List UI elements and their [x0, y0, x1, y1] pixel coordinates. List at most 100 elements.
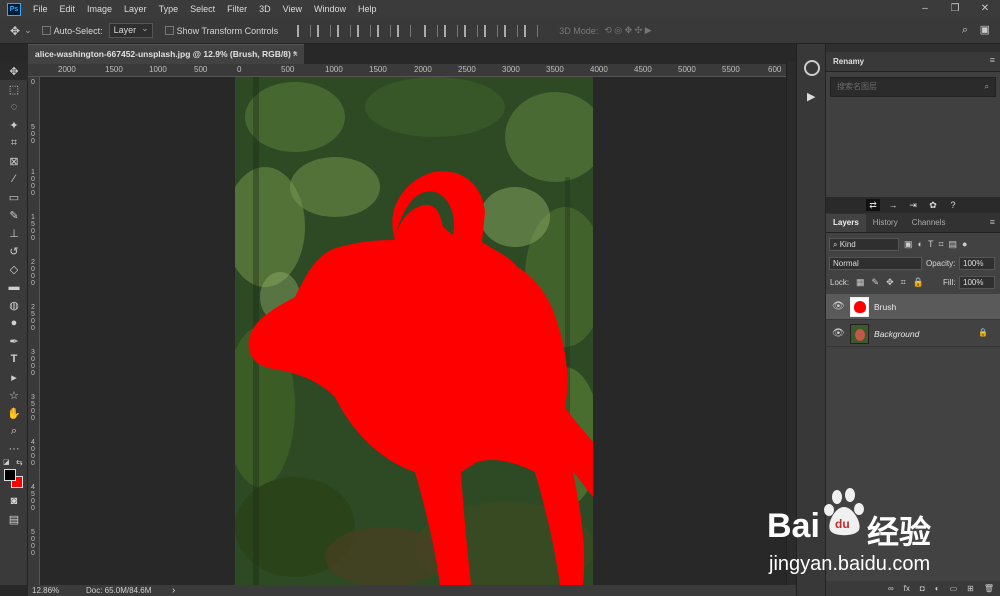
- filter-adjustment-icon[interactable]: ◐: [918, 239, 928, 249]
- opacity-input[interactable]: 100%: [959, 257, 995, 270]
- default-colors-icon[interactable]: ◪: [3, 458, 10, 466]
- visibility-eye-icon[interactable]: 👁: [832, 328, 845, 340]
- status-menu-arrow-icon[interactable]: ›: [172, 585, 175, 596]
- layer-row-brush[interactable]: 👁 Brush: [826, 294, 1000, 320]
- search-icon[interactable]: ⌕: [962, 24, 968, 37]
- distribute-hcenter-icon[interactable]: [504, 24, 519, 37]
- crop-tool-icon[interactable]: ⌗: [0, 134, 28, 152]
- distribute-top-icon[interactable]: [424, 24, 439, 37]
- menu-select[interactable]: Select: [184, 0, 221, 18]
- arrow-right-icon[interactable]: →: [886, 199, 900, 211]
- menu-file[interactable]: File: [27, 0, 54, 18]
- type-tool-icon[interactable]: T: [0, 350, 28, 368]
- canvas-area[interactable]: [40, 77, 786, 585]
- healing-tool-icon[interactable]: ▭: [0, 188, 28, 206]
- tab-history[interactable]: History: [866, 214, 905, 232]
- search-icon[interactable]: ⌕: [985, 78, 989, 96]
- menu-filter[interactable]: Filter: [221, 0, 253, 18]
- menu-view[interactable]: View: [277, 0, 308, 18]
- filter-smart-icon[interactable]: ▤: [949, 239, 963, 249]
- distribute-vcenter-icon[interactable]: [444, 24, 459, 37]
- transform-controls-checkbox[interactable]: [164, 26, 174, 35]
- lock-pixels-icon[interactable]: ✎: [872, 277, 887, 287]
- link-layers-icon[interactable]: ∞: [888, 584, 894, 593]
- screen-mode-icon[interactable]: ▤: [0, 510, 28, 528]
- kind-filter-dropdown[interactable]: ⌕ Kind: [829, 238, 899, 251]
- move-tool-icon[interactable]: ✥: [0, 62, 28, 80]
- link-icon[interactable]: ⇄: [866, 199, 880, 211]
- minimize-icon[interactable]: –: [910, 0, 940, 18]
- more-tools-icon[interactable]: ···: [0, 440, 28, 458]
- align-left-icon[interactable]: [357, 24, 372, 37]
- distribute-right-icon[interactable]: [524, 24, 539, 37]
- workspace-icon[interactable]: ▣: [980, 23, 990, 36]
- close-icon[interactable]: ✕: [970, 0, 1000, 18]
- panel-menu-icon[interactable]: ≡: [990, 217, 995, 227]
- zoom-tool-icon[interactable]: ⌕: [0, 422, 28, 440]
- menu-image[interactable]: Image: [81, 0, 118, 18]
- hand-tool-icon[interactable]: ✋: [0, 404, 28, 422]
- menu-3d[interactable]: 3D: [253, 0, 277, 18]
- swap-colors-icon[interactable]: ⇆: [16, 458, 23, 467]
- new-group-icon[interactable]: ▭: [950, 584, 958, 593]
- menu-help[interactable]: Help: [352, 0, 383, 18]
- dodge-tool-icon[interactable]: ●: [0, 314, 28, 332]
- distribute-bottom-icon[interactable]: [464, 24, 479, 37]
- export-icon[interactable]: ⇥: [906, 199, 920, 211]
- auto-select-checkbox[interactable]: [41, 26, 51, 35]
- align-vcenter-icon[interactable]: [317, 24, 332, 37]
- renamy-title[interactable]: Renamy: [833, 57, 864, 66]
- layer-name[interactable]: Background: [874, 329, 919, 339]
- align-bottom-icon[interactable]: [337, 24, 352, 37]
- document-canvas[interactable]: [235, 77, 593, 585]
- layer-row-background[interactable]: 👁 Background 🔒: [826, 321, 1000, 347]
- magic-wand-tool-icon[interactable]: ✦: [0, 116, 28, 134]
- panel-menu-icon[interactable]: ≡: [990, 55, 995, 65]
- auto-select-dropdown[interactable]: Layer: [108, 22, 153, 38]
- document-tab[interactable]: alice-washington-667452-unsplash.jpg @ 1…: [28, 44, 304, 64]
- lock-all-icon[interactable]: 🔒: [913, 277, 931, 287]
- blend-mode-dropdown[interactable]: Normal: [829, 257, 922, 270]
- gradient-tool-icon[interactable]: ▬: [0, 278, 28, 296]
- menu-window[interactable]: Window: [308, 0, 352, 18]
- distribute-left-icon[interactable]: [484, 24, 499, 37]
- adjustment-layer-icon[interactable]: ◐: [935, 584, 940, 593]
- path-selection-tool-icon[interactable]: ▸: [0, 368, 28, 386]
- shape-tool-icon[interactable]: ☆: [0, 386, 28, 404]
- history-brush-tool-icon[interactable]: ↺: [0, 242, 28, 260]
- brush-tool-icon[interactable]: ✎: [0, 206, 28, 224]
- quick-mask-icon[interactable]: ◙: [0, 492, 28, 510]
- new-layer-icon[interactable]: ⊞: [967, 584, 974, 593]
- lock-transparent-icon[interactable]: ▦: [856, 277, 872, 287]
- menu-type[interactable]: Type: [153, 0, 185, 18]
- align-top-icon[interactable]: [297, 24, 312, 37]
- add-mask-icon[interactable]: ◘: [920, 584, 925, 593]
- marquee-tool-icon[interactable]: ⬚: [0, 80, 28, 98]
- lasso-tool-icon[interactable]: ◌: [0, 98, 28, 116]
- help-icon[interactable]: ?: [946, 199, 960, 211]
- zoom-level[interactable]: 12.86%: [28, 586, 86, 595]
- eyedropper-tool-icon[interactable]: ⁄: [0, 170, 28, 188]
- lock-artboard-icon[interactable]: ⌗: [901, 277, 913, 287]
- renamy-search-input[interactable]: 搜索名图层 ⌕: [830, 77, 996, 97]
- eraser-tool-icon[interactable]: ◇: [0, 260, 28, 278]
- tab-channels[interactable]: Channels: [905, 214, 953, 232]
- blur-tool-icon[interactable]: ◍: [0, 296, 28, 314]
- 3d-orbit-icon[interactable]: ⟲ ◎ ✥ ✣ ▶: [604, 25, 651, 36]
- align-hcenter-icon[interactable]: [377, 24, 392, 37]
- layer-style-icon[interactable]: fx: [904, 584, 910, 593]
- filter-shape-icon[interactable]: ⌗: [938, 239, 948, 249]
- play-icon[interactable]: ▶: [807, 90, 815, 103]
- frame-tool-icon[interactable]: ⊠: [0, 152, 28, 170]
- pen-tool-icon[interactable]: ✒: [0, 332, 28, 350]
- visibility-eye-icon[interactable]: 👁: [832, 301, 845, 313]
- gear-icon[interactable]: ✿: [926, 199, 940, 211]
- restore-icon[interactable]: ❐: [940, 0, 970, 18]
- menu-edit[interactable]: Edit: [54, 0, 82, 18]
- foreground-color-swatch[interactable]: [4, 469, 16, 481]
- creative-cloud-icon[interactable]: [804, 60, 820, 76]
- stamp-tool-icon[interactable]: ⊥: [0, 224, 28, 242]
- filter-type-icon[interactable]: T: [928, 239, 939, 249]
- menu-layer[interactable]: Layer: [118, 0, 153, 18]
- tool-preset-chevron-icon[interactable]: ⌄: [24, 25, 32, 36]
